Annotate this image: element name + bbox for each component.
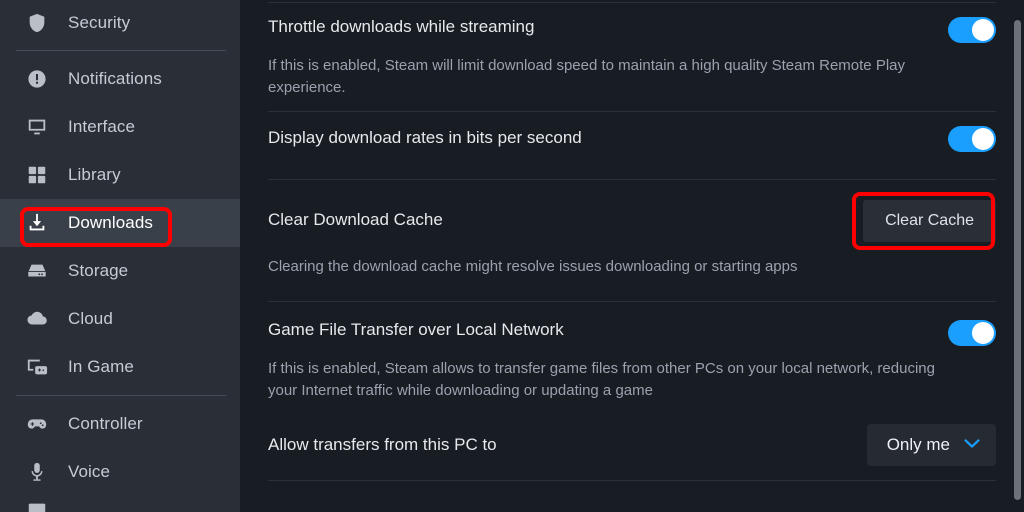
vertical-scrollbar[interactable]	[1014, 20, 1021, 500]
shield-icon	[26, 12, 48, 34]
cloud-sync-icon	[26, 308, 48, 330]
download-icon	[26, 212, 48, 234]
sidebar-item-label: Security	[68, 13, 131, 32]
chevron-down-icon	[964, 439, 980, 448]
gamepad-icon	[26, 413, 48, 435]
game-file-transfer-toggle[interactable]	[948, 320, 996, 347]
section-divider-bottom	[268, 479, 996, 481]
sidebar-item-downloads[interactable]: Downloads	[0, 199, 240, 247]
setting-clear-download-cache: Clear Download Cache Clear Cache Clearin…	[268, 180, 996, 294]
sidebar-item-label: Voice	[68, 462, 111, 481]
sidebar-item-label: Cloud	[68, 309, 113, 328]
drive-icon	[26, 260, 48, 282]
setting-throttle-downloads: Throttle downloads while streaming If th…	[268, 3, 996, 111]
setting-allow-transfers: Allow transfers from this PC to Only me	[268, 412, 996, 480]
toggle-knob	[972, 322, 994, 345]
sidebar-item-cloud[interactable]: Cloud	[0, 295, 240, 343]
setting-title: Throttle downloads while streaming	[268, 17, 535, 36]
sidebar-item-label: Storage	[68, 261, 129, 280]
steam-settings-window: Security Notifications Interface Library…	[0, 0, 1024, 512]
sidebar-item-voice[interactable]: Voice	[0, 448, 240, 496]
monitor-icon	[26, 116, 48, 138]
setting-description: Clearing the download cache might resolv…	[268, 257, 798, 275]
setting-title: Allow transfers from this PC to	[268, 434, 497, 454]
partial-icon	[26, 500, 48, 512]
sidebar-item-label: Downloads	[68, 213, 154, 232]
setting-title: Clear Download Cache	[268, 210, 443, 230]
setting-title: Game File Transfer over Local Network	[268, 320, 564, 340]
display-bits-per-second-toggle[interactable]	[948, 125, 996, 152]
setting-display-bits: Display download rates in bits per secon…	[268, 112, 996, 166]
in-game-icon	[26, 356, 48, 378]
sidebar-item-notifications[interactable]: Notifications	[0, 55, 240, 103]
sidebar-item-label: Library	[68, 165, 121, 184]
clear-cache-button[interactable]: Clear Cache	[863, 199, 996, 242]
sidebar-item-label: In Game	[68, 357, 134, 376]
sidebar-item-interface[interactable]: Interface	[0, 103, 240, 151]
settings-sidebar: Security Notifications Interface Library…	[0, 0, 240, 512]
sidebar-item-label: Notifications	[68, 69, 162, 88]
toggle-knob	[972, 127, 994, 150]
throttle-downloads-toggle[interactable]	[948, 17, 996, 43]
sidebar-item-partial[interactable]	[0, 496, 240, 512]
setting-game-file-transfer: Game File Transfer over Local Network If…	[268, 302, 996, 412]
downloads-settings-panel: Throttle downloads while streaming If th…	[240, 0, 1024, 512]
dropdown-value: Only me	[886, 434, 950, 454]
sidebar-item-label: Controller	[68, 414, 143, 433]
allow-transfers-dropdown[interactable]: Only me	[866, 423, 996, 466]
setting-description: If this is enabled, Steam allows to tran…	[268, 360, 935, 399]
sidebar-item-security[interactable]: Security	[0, 0, 240, 46]
sidebar-item-storage[interactable]: Storage	[0, 247, 240, 295]
sidebar-item-in-game[interactable]: In Game	[0, 343, 240, 391]
microphone-icon	[26, 461, 48, 483]
notification-icon	[26, 68, 48, 90]
sidebar-divider	[16, 395, 226, 396]
sidebar-item-library[interactable]: Library	[0, 151, 240, 199]
toggle-knob	[972, 19, 994, 41]
sidebar-item-controller[interactable]: Controller	[0, 400, 240, 448]
sidebar-divider	[16, 50, 226, 51]
setting-description: If this is enabled, Steam will limit dow…	[268, 57, 905, 96]
sidebar-item-label: Interface	[68, 117, 136, 136]
grid-icon	[26, 164, 48, 186]
setting-title: Display download rates in bits per secon…	[268, 128, 582, 148]
